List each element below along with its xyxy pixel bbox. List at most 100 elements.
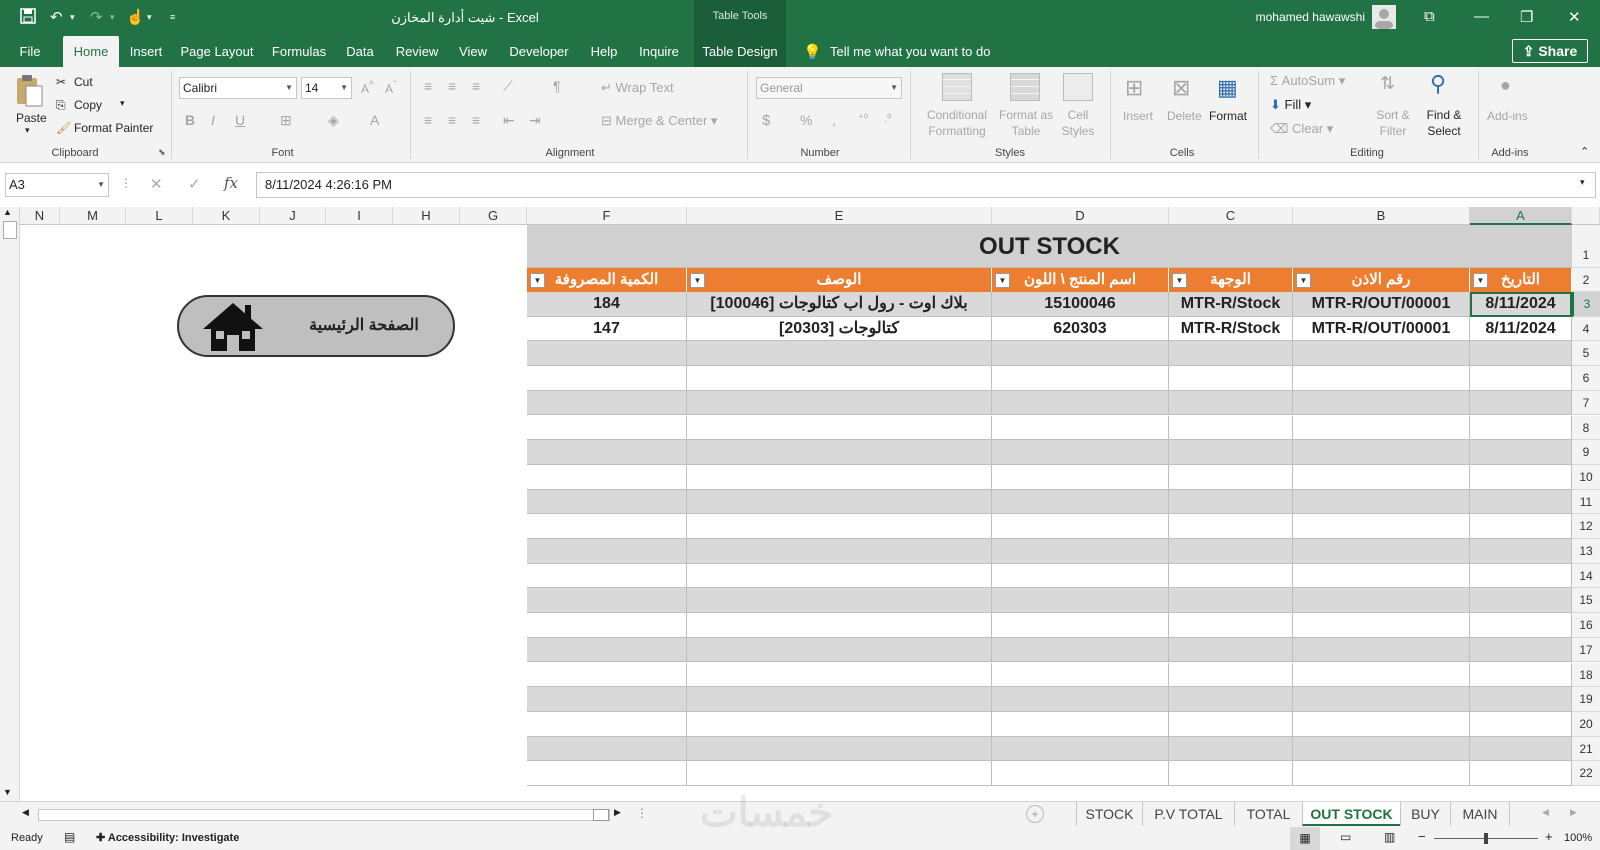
tab-review[interactable]: Review (391, 36, 443, 67)
table-cell[interactable] (992, 711, 1169, 737)
percent-icon[interactable]: % (800, 112, 812, 128)
touch-mode-icon[interactable]: ☝ (126, 8, 145, 26)
table-cell[interactable]: كتالوجات [20303] (687, 316, 992, 342)
customize-qat-icon[interactable]: ≡ (170, 12, 175, 22)
format-as-table-icon[interactable] (1010, 73, 1040, 101)
bold-button[interactable]: B (185, 112, 195, 128)
table-cell[interactable] (527, 415, 687, 441)
copy-icon[interactable]: ⎘ (56, 98, 66, 113)
column-header[interactable]: L (126, 207, 193, 225)
row-header[interactable]: 16 (1572, 613, 1600, 638)
table-cell[interactable] (992, 464, 1169, 490)
paste-button[interactable]: Paste (16, 111, 47, 125)
increase-font-icon[interactable]: A^ (361, 80, 374, 96)
minimize-icon[interactable]: — (1474, 8, 1489, 25)
merge-center-button[interactable]: ⊟ Merge & Center ▾ (601, 113, 717, 129)
header-cell-description[interactable]: ▼ الوصف (687, 268, 992, 292)
table-cell[interactable] (1293, 761, 1470, 786)
table-cell[interactable] (1470, 514, 1572, 539)
table-cell[interactable] (992, 489, 1169, 515)
row-header[interactable]: 21 (1572, 736, 1600, 762)
sheet-tab-active[interactable]: OUT STOCK (1302, 802, 1400, 826)
table-cell[interactable] (992, 563, 1169, 589)
scroll-up-icon[interactable]: ▲ (3, 207, 12, 217)
table-cell[interactable] (527, 514, 687, 539)
table-cell[interactable] (1293, 464, 1470, 490)
h-scroll-thumb[interactable] (593, 809, 609, 821)
table-cell[interactable] (687, 489, 992, 515)
table-cell[interactable] (1169, 514, 1293, 539)
table-cell[interactable] (1293, 563, 1470, 589)
comma-style-icon[interactable]: , (832, 112, 836, 128)
cell-styles-icon[interactable] (1063, 73, 1093, 101)
table-cell[interactable] (1169, 687, 1293, 712)
table-cell[interactable] (527, 489, 687, 515)
table-cell[interactable] (992, 637, 1169, 663)
sheet-tab[interactable]: TOTAL (1234, 802, 1302, 826)
autosum-button[interactable]: Σ AutoSum ▾ (1270, 73, 1345, 89)
table-cell[interactable] (992, 366, 1169, 391)
increase-decimal-icon[interactable]: ⁺⁰ (858, 112, 868, 125)
table-cell[interactable] (527, 464, 687, 490)
zoom-level[interactable]: 100% (1564, 832, 1592, 844)
accessibility-status[interactable]: ✚ Accessibility: Investigate (96, 831, 239, 844)
table-cell[interactable] (1293, 662, 1470, 688)
scroll-left-icon[interactable]: ◀ (22, 807, 29, 818)
header-cell-destination[interactable]: ▼ الوجهة (1169, 268, 1293, 292)
table-cell[interactable] (1293, 489, 1470, 515)
table-cell[interactable] (1169, 415, 1293, 441)
borders-icon[interactable]: ⊞ (280, 112, 292, 129)
table-cell[interactable] (1470, 687, 1572, 712)
tab-scroll-right-icon[interactable]: ▶ (1570, 807, 1577, 818)
table-cell[interactable] (527, 662, 687, 688)
orientation-icon[interactable]: ⟋ (503, 78, 513, 95)
tab-inquire[interactable]: Inquire (633, 36, 685, 67)
table-cell[interactable] (1169, 662, 1293, 688)
name-box[interactable]: A3 ▼ (5, 173, 109, 197)
table-cell[interactable]: بلاك اوت - رول اب كتالوجات [100046] (687, 292, 992, 317)
tab-view[interactable]: View (453, 36, 493, 67)
table-cell[interactable] (1470, 761, 1572, 786)
table-cell[interactable] (527, 366, 687, 391)
table-cell[interactable]: MTR-R/Stock (1169, 292, 1293, 317)
table-cell[interactable] (992, 390, 1169, 416)
table-cell[interactable] (1470, 711, 1572, 737)
align-left-icon[interactable]: ≡ (424, 112, 432, 128)
table-cell[interactable]: MTR-R/Stock (1169, 316, 1293, 342)
table-cell[interactable] (1470, 539, 1572, 564)
filter-dropdown-icon[interactable]: ▼ (1172, 273, 1187, 288)
formula-input[interactable]: 8/11/2024 4:26:16 PM (256, 172, 1596, 198)
avatar[interactable] (1372, 5, 1396, 29)
table-cell[interactable] (1169, 613, 1293, 638)
table-cell[interactable] (992, 341, 1169, 367)
cut-icon[interactable]: ✂ (56, 75, 66, 89)
column-header[interactable]: M (60, 207, 126, 225)
table-cell[interactable] (992, 736, 1169, 762)
header-cell-permit[interactable]: ▼ رقم الاذن (1293, 268, 1470, 292)
format-as-table-button[interactable]: Format as Table (996, 107, 1056, 139)
table-cell[interactable] (1470, 440, 1572, 465)
sheet-tab[interactable]: BUY (1400, 802, 1450, 826)
table-cell[interactable] (1169, 588, 1293, 614)
table-cell[interactable]: 15100046 (992, 292, 1169, 317)
table-cell[interactable] (1169, 637, 1293, 663)
format-cells-button[interactable]: Format (1209, 109, 1247, 123)
cell-styles-button[interactable]: Cell Styles (1057, 107, 1099, 139)
find-icon[interactable]: ⚲ (1430, 71, 1446, 97)
table-cell[interactable] (1293, 687, 1470, 712)
vertical-scrollbar[interactable]: ▲ ▼ (0, 207, 20, 801)
currency-icon[interactable]: $ (762, 112, 770, 129)
row-header[interactable]: 18 (1572, 662, 1600, 688)
table-cell[interactable] (687, 761, 992, 786)
table-cell[interactable] (527, 687, 687, 712)
home-button[interactable]: الصفحة الرئيسية (177, 295, 455, 357)
table-cell[interactable] (1293, 390, 1470, 416)
italic-button[interactable]: I (211, 112, 215, 128)
table-cell[interactable] (1293, 613, 1470, 638)
tab-table-design[interactable]: Table Design (694, 36, 786, 67)
page-layout-view-icon[interactable]: ▭ (1340, 830, 1351, 844)
row-header[interactable]: 11 (1572, 489, 1600, 515)
row-header[interactable]: 13 (1572, 539, 1600, 564)
row-header[interactable]: 5 (1572, 341, 1600, 367)
table-cell[interactable] (687, 390, 992, 416)
